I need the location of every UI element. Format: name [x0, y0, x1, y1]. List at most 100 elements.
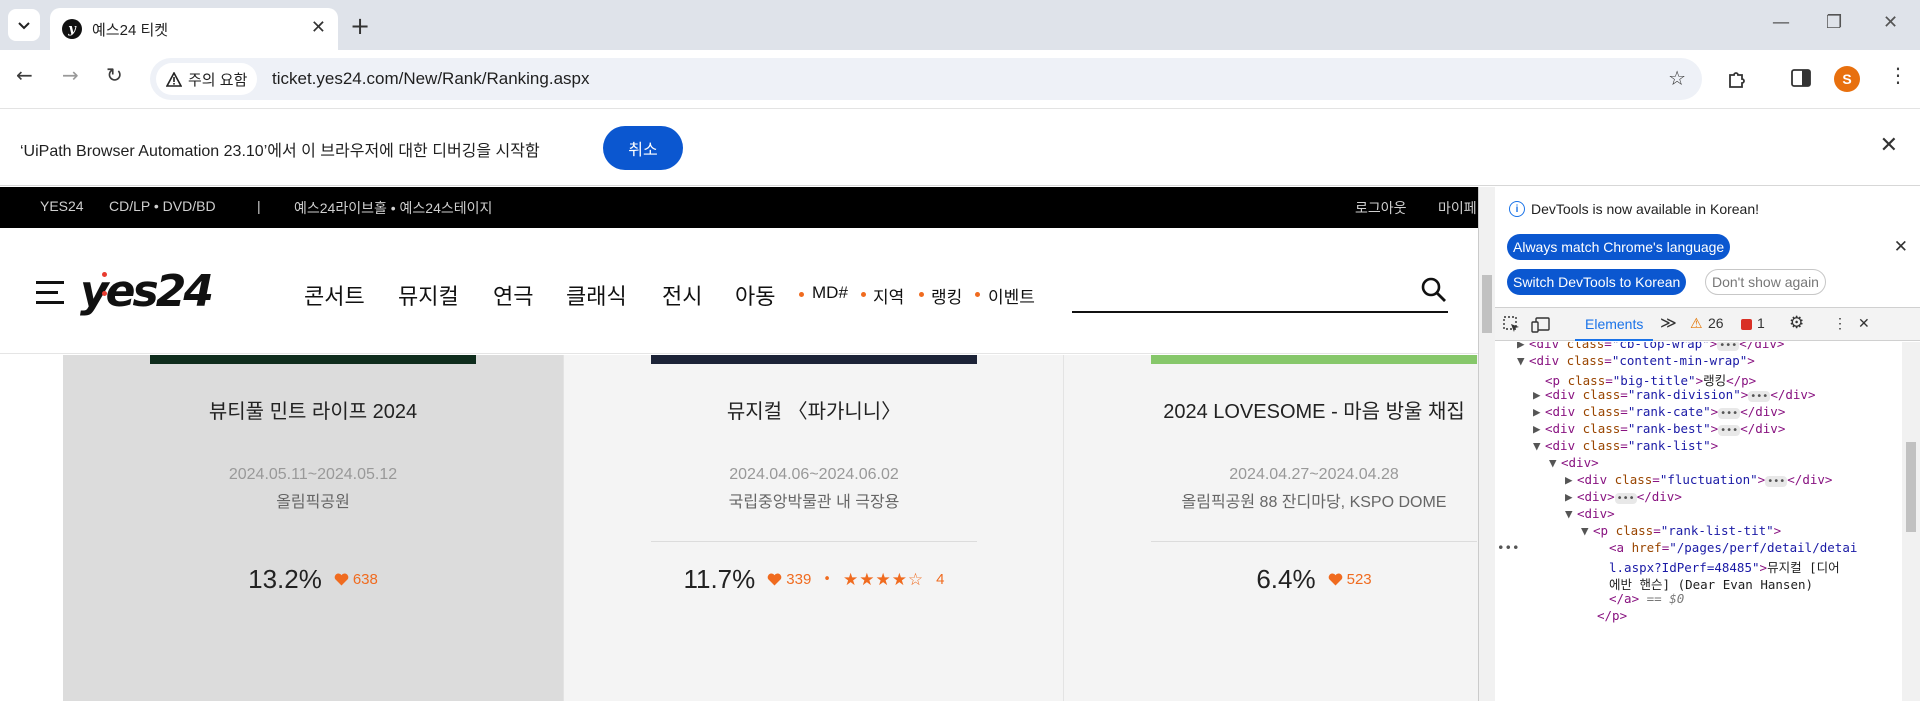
extensions-puzzle-icon[interactable] [1726, 67, 1750, 91]
tree-node[interactable]: ▼ <div> [1565, 506, 1615, 523]
more-menu-icon[interactable]: ⋮ [1888, 63, 1908, 87]
poster-thumbnail[interactable] [1151, 355, 1477, 364]
nav-classic[interactable]: 클래식 [566, 279, 627, 311]
card-title[interactable]: 뷰티풀 민트 라이프 2024 [63, 395, 563, 424]
cancel-debugging-button[interactable]: 취소 [603, 126, 683, 170]
always-match-language-button[interactable]: Always match Chrome's language [1507, 234, 1731, 260]
infobar-close-icon[interactable]: ✕ [1880, 133, 1898, 158]
topbar-media-link[interactable]: CD/LP • DVD/BD [109, 198, 216, 214]
elements-scrollbar[interactable] [1902, 342, 1920, 701]
profile-avatar[interactable]: S [1834, 66, 1860, 92]
page-scrollbar-thumb[interactable] [1482, 275, 1492, 333]
likes-count: 523 [1346, 571, 1372, 588]
site-search-input[interactable] [1072, 311, 1448, 313]
tree-node-selected[interactable]: <a href="/pages/perf/detail/detai [1609, 540, 1857, 557]
tab-elements[interactable]: Elements [1575, 308, 1654, 341]
tree-node[interactable]: ▶ <div class="fluctuation"> ••• </div> [1565, 472, 1832, 489]
tab-search-button[interactable] [8, 9, 40, 41]
side-panel-icon[interactable] [1790, 67, 1812, 89]
devtools-menu-icon[interactable]: ⋮ [1833, 315, 1847, 332]
tree-node-selected[interactable]: l.aspx?IdPerf=48485">뮤지컬 [디어 [1609, 557, 1840, 575]
bookmark-star-icon[interactable]: ☆ [1668, 66, 1686, 90]
tree-node[interactable]: ▶ <div class="rank-division"> ••• </div> [1533, 387, 1815, 404]
browser-tab[interactable]: y 예스24 티켓 ✕ [50, 8, 338, 50]
likes-count: 339 [786, 571, 812, 588]
close-notice-icon[interactable]: ✕ [1894, 237, 1908, 257]
page-viewport: YES24 CD/LP • DVD/BD | 예스24라이브홀 • 예스24스테… [0, 187, 1478, 701]
rank-card[interactable]: 뷰티풀 민트 라이프 2024 2024.05.11~2024.05.12 올림… [63, 355, 563, 701]
nav-ranking[interactable]: 랭킹 [931, 283, 962, 308]
topbar-separator: | [257, 198, 261, 214]
tree-node-selected[interactable]: </a> == $0 [1609, 591, 1684, 608]
chevron-down-icon [18, 22, 30, 30]
ranking-cards: 뷰티풀 민트 라이프 2024 2024.05.11~2024.05.12 올림… [63, 355, 1478, 701]
yes24-favicon-icon: y [62, 19, 82, 39]
tree-node[interactable]: ▼ <div class="rank-list"> [1533, 438, 1718, 455]
switch-to-korean-button[interactable]: Switch DevTools to Korean [1507, 269, 1687, 295]
card-date: 2024.04.06~2024.06.02 [729, 466, 899, 483]
security-warning-chip[interactable]: 주의 요함 [156, 63, 258, 95]
tree-node[interactable]: ▼ <div class="content-min-wrap"> [1517, 353, 1755, 370]
nav-musical[interactable]: 뮤지컬 [398, 279, 459, 311]
logo-accent-dots [102, 262, 116, 296]
browser-toolbar: ← → ↻ 주의 요함 ticket.yes24.com/New/Rank/Ra… [0, 50, 1920, 108]
devtools-language-notice: i DevTools is now available in Korean! [1509, 201, 1759, 217]
hamburger-menu-icon[interactable] [36, 281, 64, 311]
card-title[interactable]: 뮤지컬 〈파가니니〉 [564, 395, 1064, 424]
page-scrollbar[interactable] [1479, 187, 1495, 701]
inspect-element-icon[interactable] [1503, 316, 1521, 334]
poster-thumbnail[interactable] [150, 355, 476, 364]
nav-event[interactable]: 이벤트 [988, 283, 1035, 308]
topbar-logout-link[interactable]: 로그아웃 [1355, 198, 1407, 218]
minimize-icon[interactable]: — [1772, 12, 1790, 33]
address-bar[interactable]: 주의 요함 ticket.yes24.com/New/Rank/Ranking.… [150, 58, 1702, 100]
tree-node[interactable]: ▶ <div class="rank-best"> ••• </div> [1533, 421, 1785, 438]
yes24-logo[interactable]: yes24 [80, 266, 214, 317]
devtools-close-icon[interactable]: ✕ [1858, 315, 1870, 332]
elements-scrollbar-thumb[interactable] [1906, 442, 1916, 532]
window-close-icon[interactable]: ✕ [1883, 12, 1898, 33]
card-date: 2024.04.27~2024.04.28 [1229, 466, 1399, 483]
nav-md[interactable]: MD# [812, 283, 848, 303]
rank-card[interactable]: 2024 LOVESOME - 마음 방울 채집 2024.04.27~2024… [1063, 355, 1478, 701]
close-tab-icon[interactable]: ✕ [311, 17, 326, 38]
warning-icon[interactable]: ⚠ [1690, 315, 1703, 332]
new-tab-button[interactable]: + [350, 12, 370, 40]
errors-count[interactable]: 1 [1757, 315, 1765, 331]
warnings-count[interactable]: 26 [1708, 315, 1724, 331]
back-arrow-icon[interactable]: ← [16, 63, 33, 87]
tree-node[interactable]: ▼ <div> [1549, 455, 1599, 472]
dont-show-again-button[interactable]: Don't show again [1705, 269, 1826, 295]
node-actions-ellipsis[interactable]: ••• [1497, 540, 1520, 557]
tree-node[interactable]: ▶ <div class="cb-top-wrap"> ••• </div> [1517, 342, 1784, 353]
nav-region[interactable]: 지역 [873, 283, 904, 308]
settings-gear-icon[interactable]: ⚙ [1789, 313, 1804, 333]
more-tabs-icon[interactable]: ≫ [1660, 313, 1677, 333]
forward-arrow-icon[interactable]: → [62, 63, 79, 87]
device-toolbar-icon[interactable] [1531, 316, 1551, 334]
topbar-venues-link[interactable]: 예스24라이브홀 • 예스24스테이지 [294, 198, 492, 218]
tree-node[interactable]: </p> [1597, 608, 1627, 625]
card-divider [651, 541, 977, 542]
rank-card[interactable]: 뮤지컬 〈파가니니〉 2024.04.06~2024.06.02 국립중앙박물관… [563, 355, 1063, 701]
tree-node[interactable]: ▼ <p class="rank-list-tit"> [1581, 523, 1781, 540]
tree-node[interactable]: <p class="big-title">랭킹</p> [1545, 370, 1756, 388]
restore-icon[interactable]: ❐ [1826, 12, 1842, 33]
topbar-yes24-link[interactable]: YES24 [40, 198, 84, 214]
url-text[interactable]: ticket.yes24.com/New/Rank/Ranking.aspx [272, 69, 589, 89]
nav-exhibition[interactable]: 전시 [662, 279, 702, 311]
nav-kids[interactable]: 아동 [735, 279, 775, 311]
nav-bullet [861, 292, 866, 297]
tree-node[interactable]: ▶ <div> ••• </div> [1565, 489, 1682, 506]
tree-node-selected[interactable]: 에반 핸슨] (Dear Evan Hansen) [1609, 574, 1813, 592]
poster-thumbnail[interactable] [651, 355, 977, 364]
nav-play[interactable]: 연극 [493, 279, 533, 311]
reload-icon[interactable]: ↻ [106, 63, 123, 87]
tree-node[interactable]: ▶ <div class="rank-cate"> ••• </div> [1533, 404, 1785, 421]
nav-concert[interactable]: 콘서트 [304, 279, 365, 311]
card-title[interactable]: 2024 LOVESOME - 마음 방울 채집 [1064, 395, 1478, 424]
card-divider [1151, 541, 1477, 542]
error-icon[interactable] [1741, 319, 1752, 330]
search-icon[interactable] [1420, 276, 1448, 304]
topbar-mypage-link[interactable]: 마이페 [1438, 198, 1477, 218]
